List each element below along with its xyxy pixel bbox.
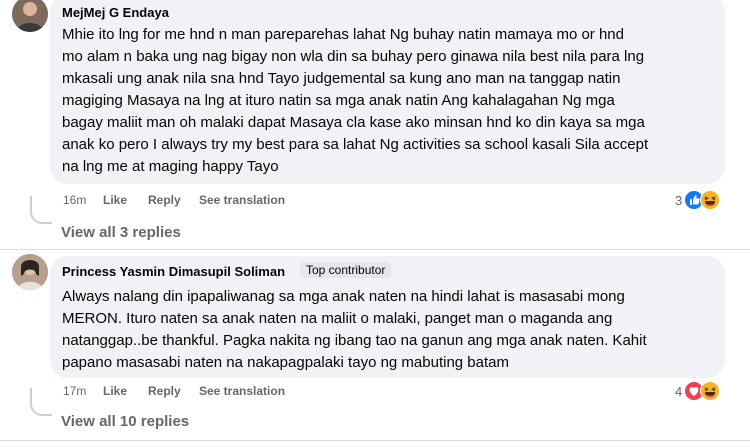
see-translation-link[interactable]: See translation bbox=[199, 193, 285, 207]
like-button[interactable]: Like bbox=[103, 384, 127, 398]
top-contributor-badge: Top contributor bbox=[300, 262, 392, 278]
reply-thread-line bbox=[30, 196, 52, 224]
comment-text-line: bagay maliit man oh malaki dapat Masaya … bbox=[62, 114, 645, 131]
reaction-summary[interactable] bbox=[684, 190, 724, 210]
reaction-summary[interactable] bbox=[684, 381, 724, 401]
comment-text-line: mo alam n baka ung nag bigay non wla din… bbox=[62, 48, 645, 65]
reply-thread-line bbox=[30, 388, 52, 416]
reaction-count[interactable]: 4 bbox=[675, 384, 682, 399]
comment-text-line: na lng me at maging happy Tayo bbox=[62, 158, 279, 175]
comment-text-line: Always nalang din ipapaliwanag sa mga an… bbox=[62, 288, 625, 305]
comment-author[interactable]: Princess Yasmin Dimasupil Soliman bbox=[62, 264, 285, 279]
comment-text-line: Mhie ito lng for me hnd n man parepareha… bbox=[62, 26, 624, 43]
avatar[interactable] bbox=[12, 254, 48, 290]
haha-icon bbox=[700, 190, 720, 210]
comment-text-line: MERON. Ituro naten sa anak naten na mali… bbox=[62, 310, 613, 327]
comment-text-line: natanggap..be thankful. Pagka nakita ng … bbox=[62, 332, 647, 349]
comment-text-line: anak ko pero I always try my best para s… bbox=[62, 136, 649, 153]
haha-icon bbox=[700, 381, 720, 401]
comment-timestamp[interactable]: 17m bbox=[63, 384, 86, 398]
avatar[interactable] bbox=[12, 0, 48, 32]
comment-text-line: papano masasabi naten na nakapagpalaki t… bbox=[62, 354, 509, 371]
comment-timestamp[interactable]: 16m bbox=[63, 193, 86, 207]
view-replies-link[interactable]: View all 3 replies bbox=[61, 224, 181, 241]
see-translation-link[interactable]: See translation bbox=[199, 384, 285, 398]
divider bbox=[0, 440, 750, 441]
divider bbox=[0, 249, 750, 250]
comment-text-line: mkasali ung anak nila sna hnd Tayo judge… bbox=[62, 70, 621, 87]
reply-button[interactable]: Reply bbox=[148, 384, 181, 398]
like-button[interactable]: Like bbox=[103, 193, 127, 207]
reaction-count[interactable]: 3 bbox=[675, 193, 682, 208]
comment-text-line: magiging Masaya na lng at ituro natin sa… bbox=[62, 92, 615, 109]
view-replies-link[interactable]: View all 10 replies bbox=[61, 413, 189, 430]
comment-author[interactable]: MejMej G Endaya bbox=[62, 5, 169, 20]
reply-button[interactable]: Reply bbox=[148, 193, 181, 207]
